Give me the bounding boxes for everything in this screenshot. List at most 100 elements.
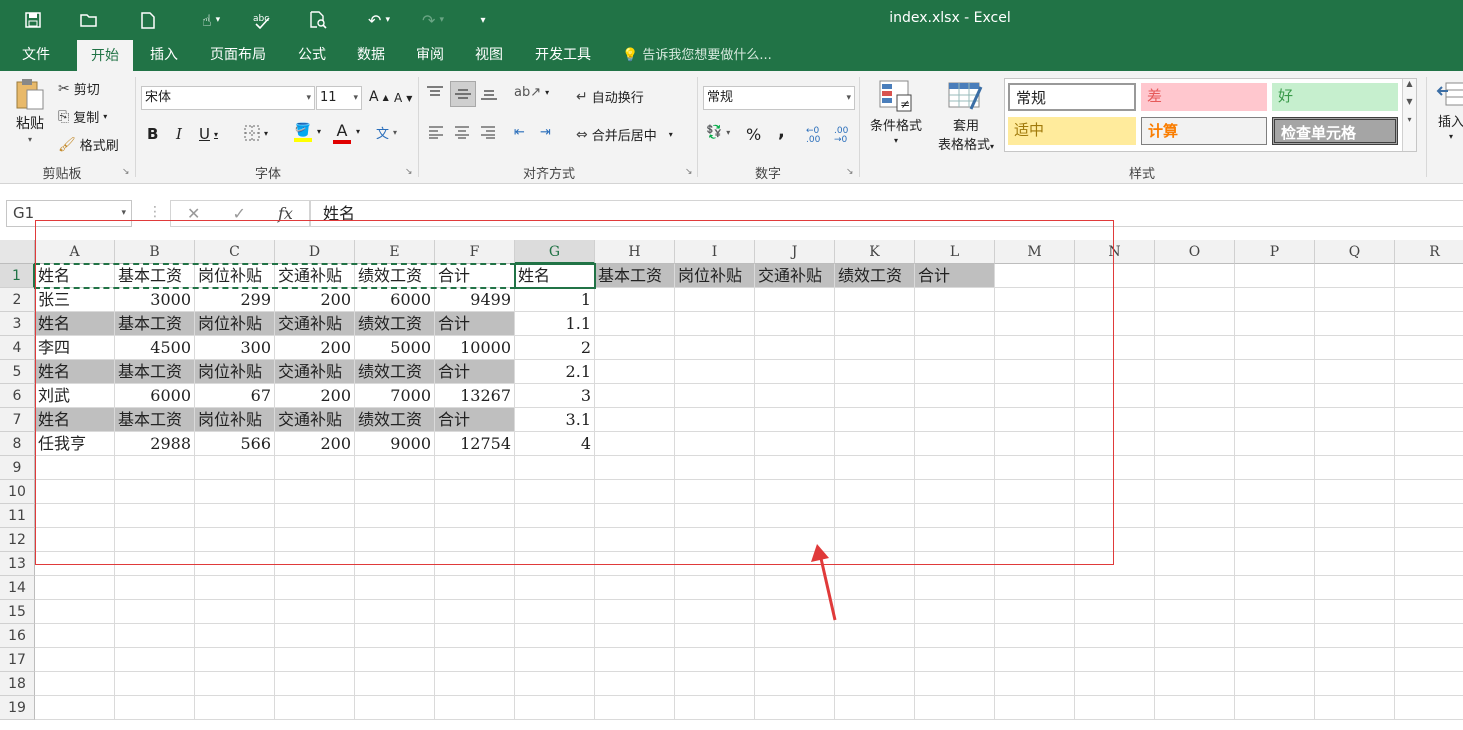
cell-n14[interactable]: [1075, 576, 1155, 600]
cell-a14[interactable]: [35, 576, 115, 600]
font-name-select[interactable]: 宋体 ▾: [141, 86, 315, 110]
cell-q6[interactable]: [1315, 384, 1395, 408]
cell-j17[interactable]: [755, 648, 835, 672]
gallery-scrollbar[interactable]: ▲ ▼ ▾: [1402, 79, 1416, 151]
cell-l17[interactable]: [915, 648, 995, 672]
cell-r5[interactable]: [1395, 360, 1463, 384]
cut-button[interactable]: ✂ 剪切: [58, 79, 100, 99]
cell-o8[interactable]: [1155, 432, 1235, 456]
cell-l16[interactable]: [915, 624, 995, 648]
style-calculation[interactable]: 计算: [1141, 117, 1267, 145]
cell-r16[interactable]: [1395, 624, 1463, 648]
cell-n17[interactable]: [1075, 648, 1155, 672]
cell-f15[interactable]: [435, 600, 515, 624]
row-header-1[interactable]: 1: [0, 264, 35, 288]
cell-q14[interactable]: [1315, 576, 1395, 600]
cell-i17[interactable]: [675, 648, 755, 672]
row-header-18[interactable]: 18: [0, 672, 35, 696]
cell-q7[interactable]: [1315, 408, 1395, 432]
cell-r6[interactable]: [1395, 384, 1463, 408]
cell-e17[interactable]: [355, 648, 435, 672]
cell-f18[interactable]: [435, 672, 515, 696]
cell-o2[interactable]: [1155, 288, 1235, 312]
cell-p15[interactable]: [1235, 600, 1315, 624]
cell-p3[interactable]: [1235, 312, 1315, 336]
merge-center-button[interactable]: ⇔ 合并后居中 ▾: [576, 125, 673, 145]
cell-c16[interactable]: [195, 624, 275, 648]
cell-h17[interactable]: [595, 648, 675, 672]
number-format-select[interactable]: 常规 ▾: [703, 86, 855, 110]
borders-button[interactable]: ▾: [244, 125, 268, 141]
cell-q5[interactable]: [1315, 360, 1395, 384]
cell-i18[interactable]: [675, 672, 755, 696]
cell-k14[interactable]: [835, 576, 915, 600]
cell-p18[interactable]: [1235, 672, 1315, 696]
tab-home[interactable]: 开始: [77, 40, 133, 71]
fill-color-dropdown-icon[interactable]: ▾: [317, 127, 321, 136]
cell-g16[interactable]: [515, 624, 595, 648]
column-header-p[interactable]: P: [1235, 240, 1315, 264]
cell-p7[interactable]: [1235, 408, 1315, 432]
cell-p10[interactable]: [1235, 480, 1315, 504]
cell-i15[interactable]: [675, 600, 755, 624]
fill-color-button[interactable]: 🪣: [294, 123, 312, 142]
row-header-10[interactable]: 10: [0, 480, 35, 504]
cell-r17[interactable]: [1395, 648, 1463, 672]
decrease-indent-icon[interactable]: ⇤: [514, 125, 525, 140]
cell-o14[interactable]: [1155, 576, 1235, 600]
cell-q18[interactable]: [1315, 672, 1395, 696]
clipboard-launcher-icon[interactable]: ↘: [122, 167, 130, 177]
cell-k16[interactable]: [835, 624, 915, 648]
row-header-15[interactable]: 15: [0, 600, 35, 624]
row-header-16[interactable]: 16: [0, 624, 35, 648]
cell-q1[interactable]: [1315, 264, 1395, 288]
tell-me-box[interactable]: 💡 告诉我您想要做什么...: [622, 40, 772, 71]
row-header-6[interactable]: 6: [0, 384, 35, 408]
cell-g14[interactable]: [515, 576, 595, 600]
cell-h16[interactable]: [595, 624, 675, 648]
cell-r4[interactable]: [1395, 336, 1463, 360]
cell-q17[interactable]: [1315, 648, 1395, 672]
column-header-o[interactable]: O: [1155, 240, 1235, 264]
paste-button[interactable]: 粘贴 ▾: [10, 77, 50, 144]
cell-f14[interactable]: [435, 576, 515, 600]
cell-e19[interactable]: [355, 696, 435, 720]
cell-q15[interactable]: [1315, 600, 1395, 624]
cell-h18[interactable]: [595, 672, 675, 696]
cell-p4[interactable]: [1235, 336, 1315, 360]
percent-button[interactable]: %: [746, 125, 761, 144]
cell-o10[interactable]: [1155, 480, 1235, 504]
row-header-11[interactable]: 11: [0, 504, 35, 528]
tab-page-layout[interactable]: 页面布局: [200, 40, 276, 71]
cell-f19[interactable]: [435, 696, 515, 720]
comma-button[interactable]: ,: [778, 121, 785, 142]
column-header-r[interactable]: R: [1395, 240, 1463, 264]
number-launcher-icon[interactable]: ↘: [846, 167, 854, 177]
cell-r8[interactable]: [1395, 432, 1463, 456]
row-header-7[interactable]: 7: [0, 408, 35, 432]
style-normal[interactable]: 常规: [1008, 83, 1136, 111]
cell-j18[interactable]: [755, 672, 835, 696]
cell-k18[interactable]: [835, 672, 915, 696]
cell-q4[interactable]: [1315, 336, 1395, 360]
cell-m16[interactable]: [995, 624, 1075, 648]
cell-q2[interactable]: [1315, 288, 1395, 312]
font-launcher-icon[interactable]: ↘: [405, 167, 413, 177]
cell-e15[interactable]: [355, 600, 435, 624]
cell-q8[interactable]: [1315, 432, 1395, 456]
shrink-font-button[interactable]: A ▼: [394, 91, 412, 105]
increase-indent-icon[interactable]: ⇥: [540, 125, 551, 140]
orientation-button[interactable]: ab↗ ▾: [514, 85, 549, 100]
cell-p17[interactable]: [1235, 648, 1315, 672]
cell-l15[interactable]: [915, 600, 995, 624]
cell-n15[interactable]: [1075, 600, 1155, 624]
cell-d15[interactable]: [275, 600, 355, 624]
cell-i19[interactable]: [675, 696, 755, 720]
cell-c15[interactable]: [195, 600, 275, 624]
cell-b15[interactable]: [115, 600, 195, 624]
cell-p11[interactable]: [1235, 504, 1315, 528]
cell-p5[interactable]: [1235, 360, 1315, 384]
cell-g17[interactable]: [515, 648, 595, 672]
row-header-9[interactable]: 9: [0, 456, 35, 480]
cell-o16[interactable]: [1155, 624, 1235, 648]
